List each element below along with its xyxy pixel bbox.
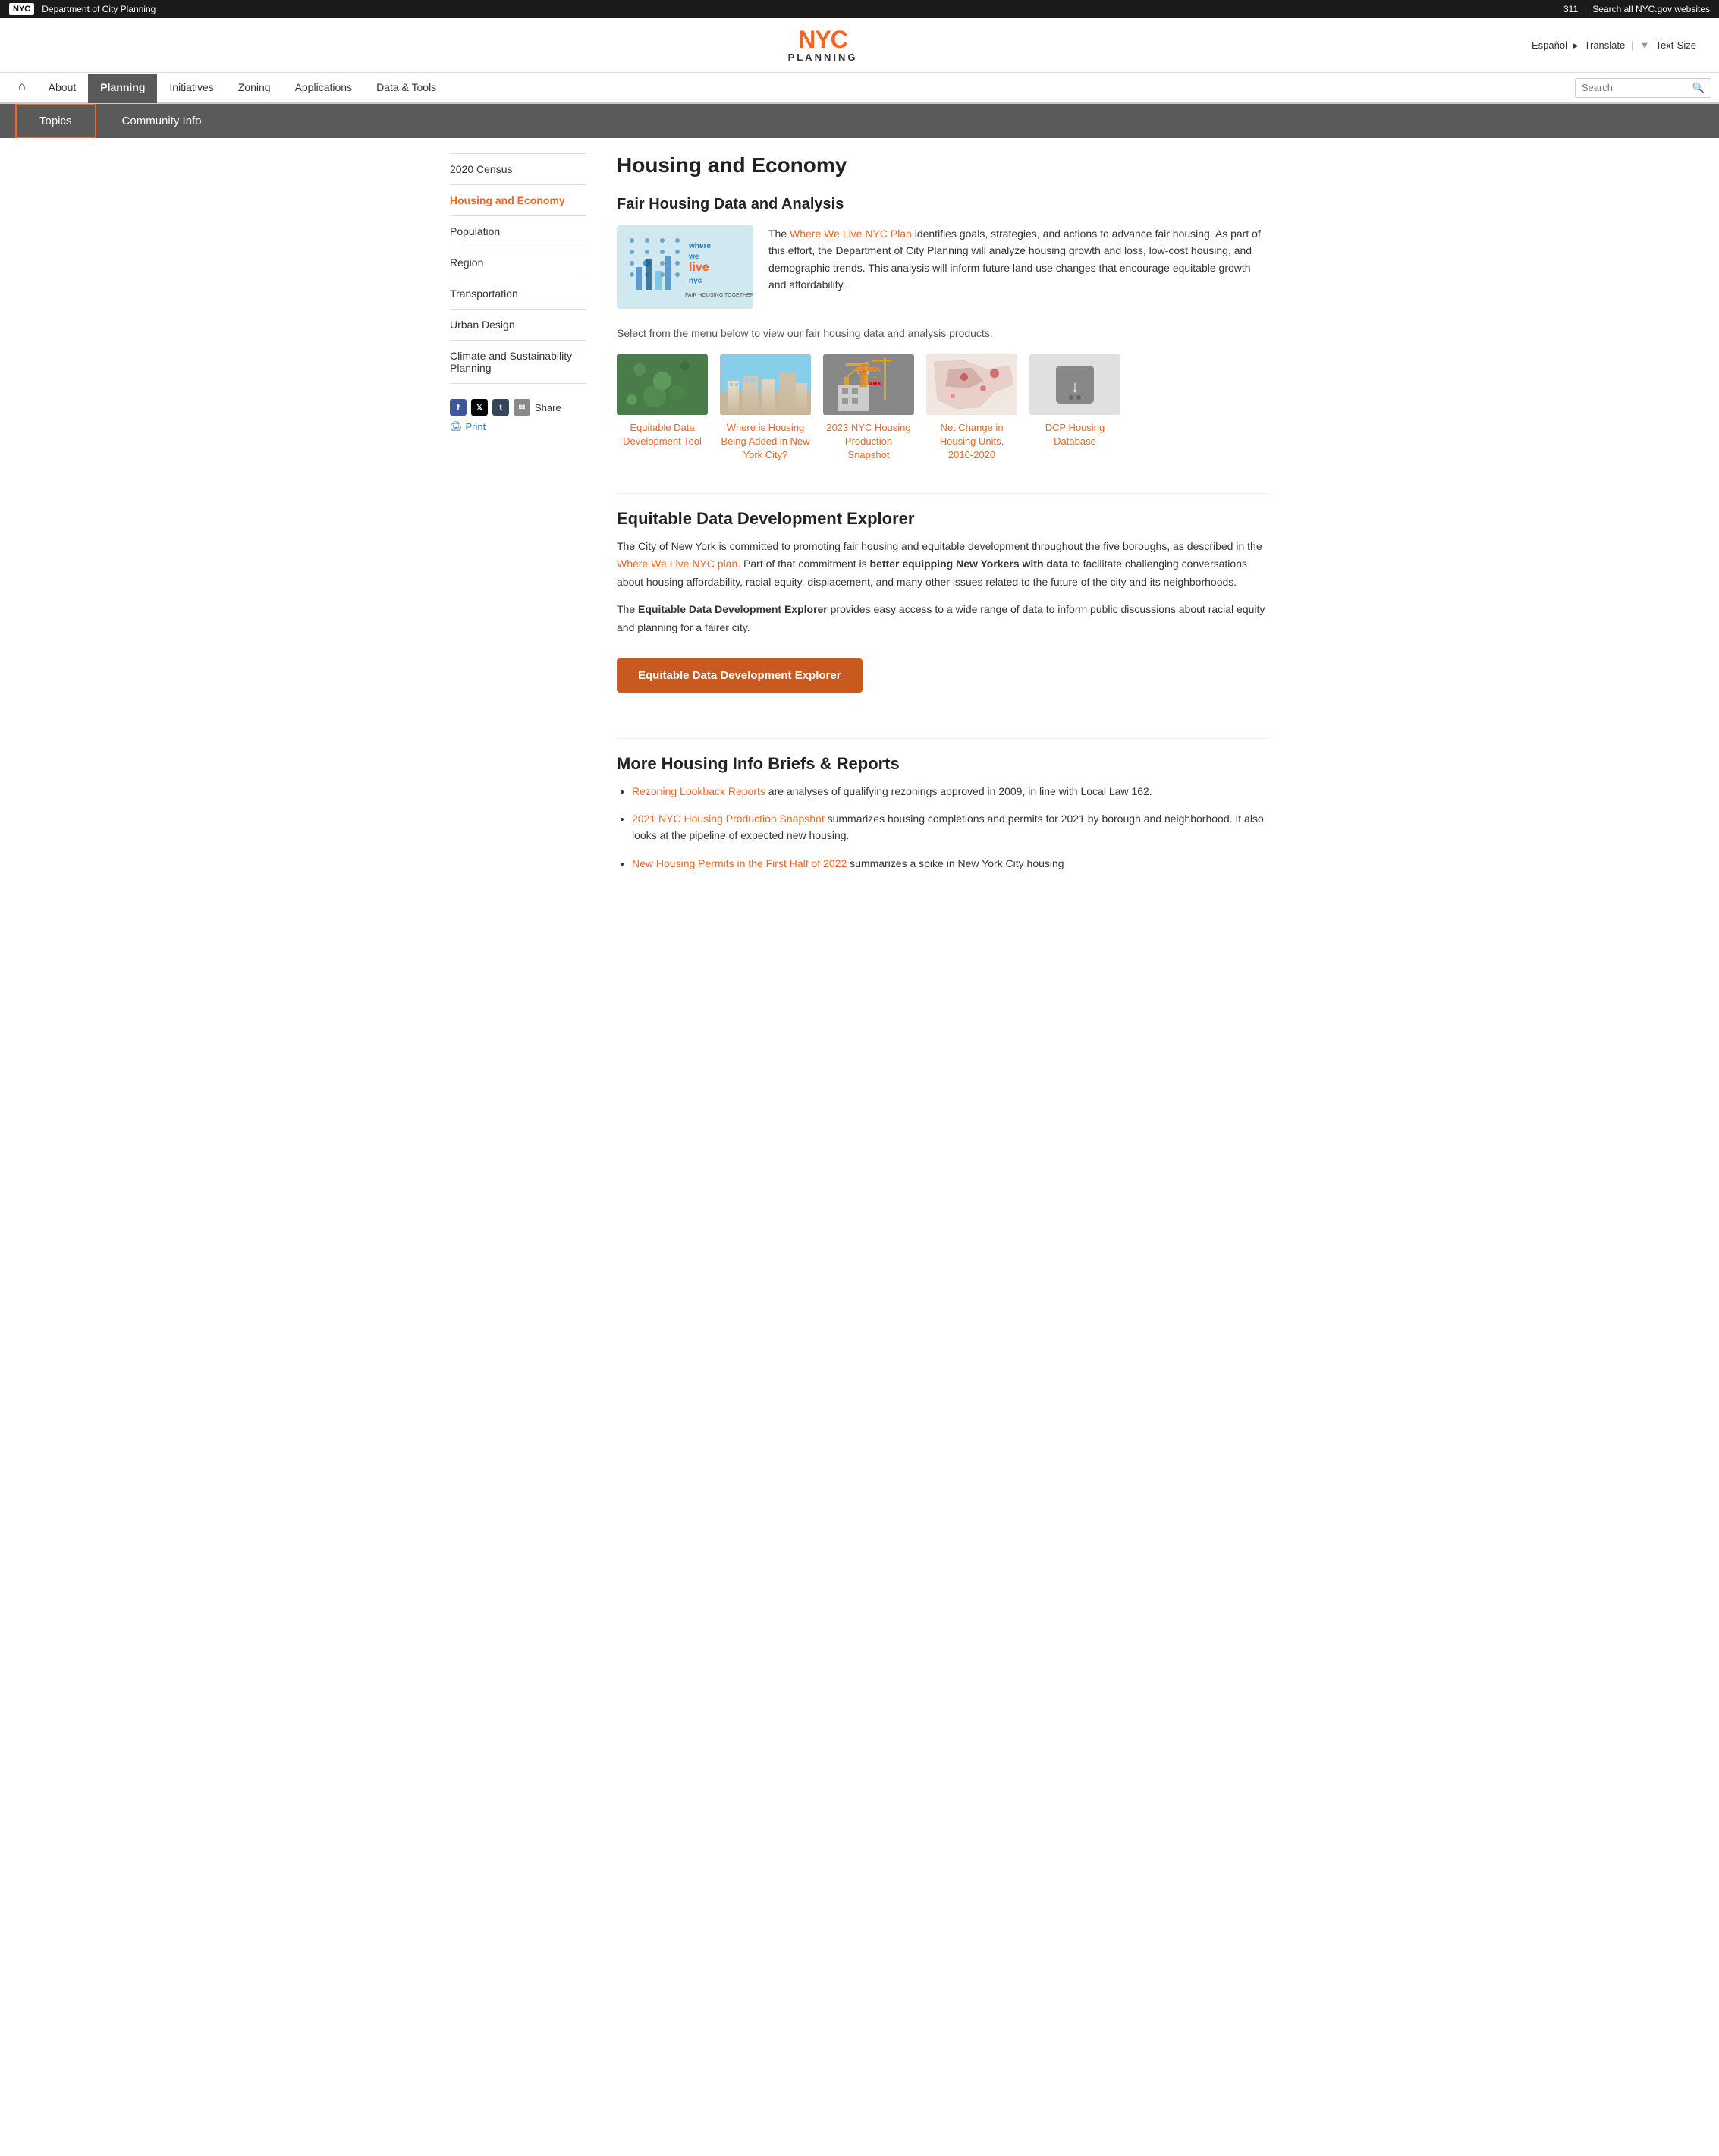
wwl-plan-link[interactable]: Where We Live NYC Plan <box>790 228 912 240</box>
nav-item-initiatives[interactable]: Initiatives <box>157 74 225 103</box>
phone-number: 311 <box>1563 4 1578 14</box>
sidebar-item-climate[interactable]: Climate and Sustainability Planning <box>450 341 586 384</box>
site-logo[interactable]: NYC PLANNING <box>788 27 858 63</box>
top-bar-left: NYC Department of City Planning <box>9 3 156 15</box>
text-size-link[interactable]: Text-Size <box>1656 39 1696 51</box>
nav-bar: ⌂ About Planning Initiatives Zoning Appl… <box>0 73 1719 104</box>
card-housing-prod-label: 2023 NYC Housing Production Snapshot <box>823 421 914 463</box>
more-housing-section: More Housing Info Briefs & Reports Rezon… <box>617 754 1269 872</box>
share-label: Share <box>535 402 561 413</box>
search-box[interactable]: 🔍 <box>1575 78 1711 98</box>
logo-planning-text: PLANNING <box>788 52 858 63</box>
sidebar-item-census[interactable]: 2020 Census <box>450 153 586 185</box>
page-title: Housing and Economy <box>617 153 1269 178</box>
nav-item-data-tools[interactable]: Data & Tools <box>364 74 448 103</box>
logo-nyc-text: NYC <box>798 27 847 52</box>
rezoning-text: are analyses of qualifying rezonings app… <box>765 785 1152 797</box>
more-housing-list: Rezoning Lookback Reports are analyses o… <box>617 783 1269 872</box>
dept-name: Department of City Planning <box>42 4 156 14</box>
main-content: Housing and Economy Fair Housing Data an… <box>602 153 1269 882</box>
permits2022-link[interactable]: New Housing Permits in the First Half of… <box>632 857 847 869</box>
card-equitable-img <box>617 354 708 415</box>
subnav-community-info[interactable]: Community Info <box>99 105 225 137</box>
svg-text:↓: ↓ <box>1071 377 1079 396</box>
card-dcp-label: DCP Housing Database <box>1029 421 1120 448</box>
header: NYC PLANNING Español ▸ Translate | ▼ Tex… <box>0 18 1719 73</box>
explorer-cta-button[interactable]: Equitable Data Development Explorer <box>617 658 863 693</box>
card-housing-prod-img <box>823 354 914 415</box>
fair-housing-title: Fair Housing Data and Analysis <box>617 196 1269 213</box>
search-input[interactable] <box>1582 82 1688 93</box>
card-where[interactable]: Where is Housing Being Added in New York… <box>720 354 811 463</box>
translate-icon[interactable]: ▸ <box>1573 39 1579 52</box>
search-icon[interactable]: 🔍 <box>1692 82 1705 94</box>
sidebar-item-housing[interactable]: Housing and Economy <box>450 185 586 216</box>
list-item: Rezoning Lookback Reports are analyses o… <box>632 783 1269 800</box>
card-net-change-img <box>926 354 1017 415</box>
nav-item-zoning[interactable]: Zoning <box>226 74 283 103</box>
sidebar-item-population[interactable]: Population <box>450 216 586 247</box>
list-item: New Housing Permits in the First Half of… <box>632 855 1269 872</box>
sidebar-item-region[interactable]: Region <box>450 247 586 278</box>
top-bar: NYC Department of City Planning 311 | Se… <box>0 0 1719 18</box>
card-housing-prod[interactable]: 2023 NYC Housing Production Snapshot <box>823 354 914 463</box>
svg-text:live: live <box>689 261 709 274</box>
sidebar: 2020 Census Housing and Economy Populati… <box>450 153 602 882</box>
where-we-live-logo[interactable]: where we live nyc FAIR HOUSING TOGETHER <box>617 225 753 309</box>
explorer-para1: The City of New York is committed to pro… <box>617 538 1269 592</box>
section-divider2 <box>617 738 1269 739</box>
facebook-icon[interactable]: f <box>450 399 467 416</box>
select-instruction: Select from the menu below to view our f… <box>617 327 1269 339</box>
nav-item-planning[interactable]: Planning <box>88 74 157 103</box>
language-link[interactable]: Español <box>1532 39 1567 51</box>
svg-text:where: where <box>688 242 711 250</box>
card-where-label: Where is Housing Being Added in New York… <box>720 421 811 463</box>
header-right: Español ▸ Translate | ▼ Text-Size <box>1532 39 1696 52</box>
card-net-change[interactable]: Net Change in Housing Units, 2010-2020 <box>926 354 1017 463</box>
svg-text:FAIR HOUSING TOGETHER: FAIR HOUSING TOGETHER <box>685 293 753 298</box>
fair-housing-description: The Where We Live NYC Plan identifies go… <box>768 225 1269 309</box>
print-link[interactable]: 🖨 Print <box>450 420 586 432</box>
more-housing-title: More Housing Info Briefs & Reports <box>617 754 1269 774</box>
twitter-icon[interactable]: 𝕏 <box>471 399 488 416</box>
explorer-title: Equitable Data Development Explorer <box>617 509 1269 529</box>
rezoning-link[interactable]: Rezoning Lookback Reports <box>632 785 765 797</box>
nav-home-button[interactable]: ⌂ <box>8 73 36 104</box>
search-all-link[interactable]: Search all NYC.gov websites <box>1592 4 1710 14</box>
social-share: f 𝕏 t ✉ Share <box>450 399 586 416</box>
svg-text:nyc: nyc <box>689 277 702 285</box>
sidebar-item-urban-design[interactable]: Urban Design <box>450 310 586 341</box>
sidebar-item-transportation[interactable]: Transportation <box>450 278 586 310</box>
explorer-section: Equitable Data Development Explorer The … <box>617 509 1269 715</box>
nav-item-applications[interactable]: Applications <box>283 74 365 103</box>
explorer-para2: The Equitable Data Development Explorer … <box>617 601 1269 637</box>
card-where-img <box>720 354 811 415</box>
print-icon: 🖨 <box>450 420 463 432</box>
nav-item-about[interactable]: About <box>36 74 89 103</box>
sub-nav: Topics Community Info <box>0 104 1719 138</box>
card-dcp-img: ↓ <box>1029 354 1120 415</box>
explorer-bold2: Equitable Data Development Explorer <box>638 603 828 615</box>
top-bar-right: 311 | Search all NYC.gov websites <box>1563 4 1710 14</box>
list-item: 2021 NYC Housing Production Snapshot sum… <box>632 810 1269 844</box>
snapshot2021-link[interactable]: 2021 NYC Housing Production Snapshot <box>632 812 825 825</box>
subnav-topics[interactable]: Topics <box>15 104 96 138</box>
explorer-bold1: better equipping New Yorkers with data <box>870 558 1069 570</box>
card-dcp[interactable]: ↓ DCP Housing Database <box>1029 354 1120 463</box>
section-divider <box>617 493 1269 494</box>
translate-link[interactable]: Translate <box>1585 39 1626 51</box>
card-equitable[interactable]: Equitable Data Development Tool <box>617 354 708 463</box>
fair-housing-block: where we live nyc FAIR HOUSING TOGETHER … <box>617 225 1269 309</box>
wwl-plan-link2[interactable]: Where We Live NYC plan <box>617 558 737 570</box>
card-net-change-label: Net Change in Housing Units, 2010-2020 <box>926 421 1017 463</box>
data-cards: Equitable Data Development Tool <box>617 354 1269 463</box>
svg-text:we: we <box>688 253 699 261</box>
card-equitable-label: Equitable Data Development Tool <box>617 421 708 448</box>
email-icon[interactable]: ✉ <box>514 399 530 416</box>
tumblr-icon[interactable]: t <box>492 399 509 416</box>
print-label: Print <box>466 421 486 432</box>
nyc-logo-small: NYC <box>9 3 34 15</box>
main-layout: 2020 Census Housing and Economy Populati… <box>442 138 1277 897</box>
permits2022-text: summarizes a spike in New York City hous… <box>847 857 1064 869</box>
